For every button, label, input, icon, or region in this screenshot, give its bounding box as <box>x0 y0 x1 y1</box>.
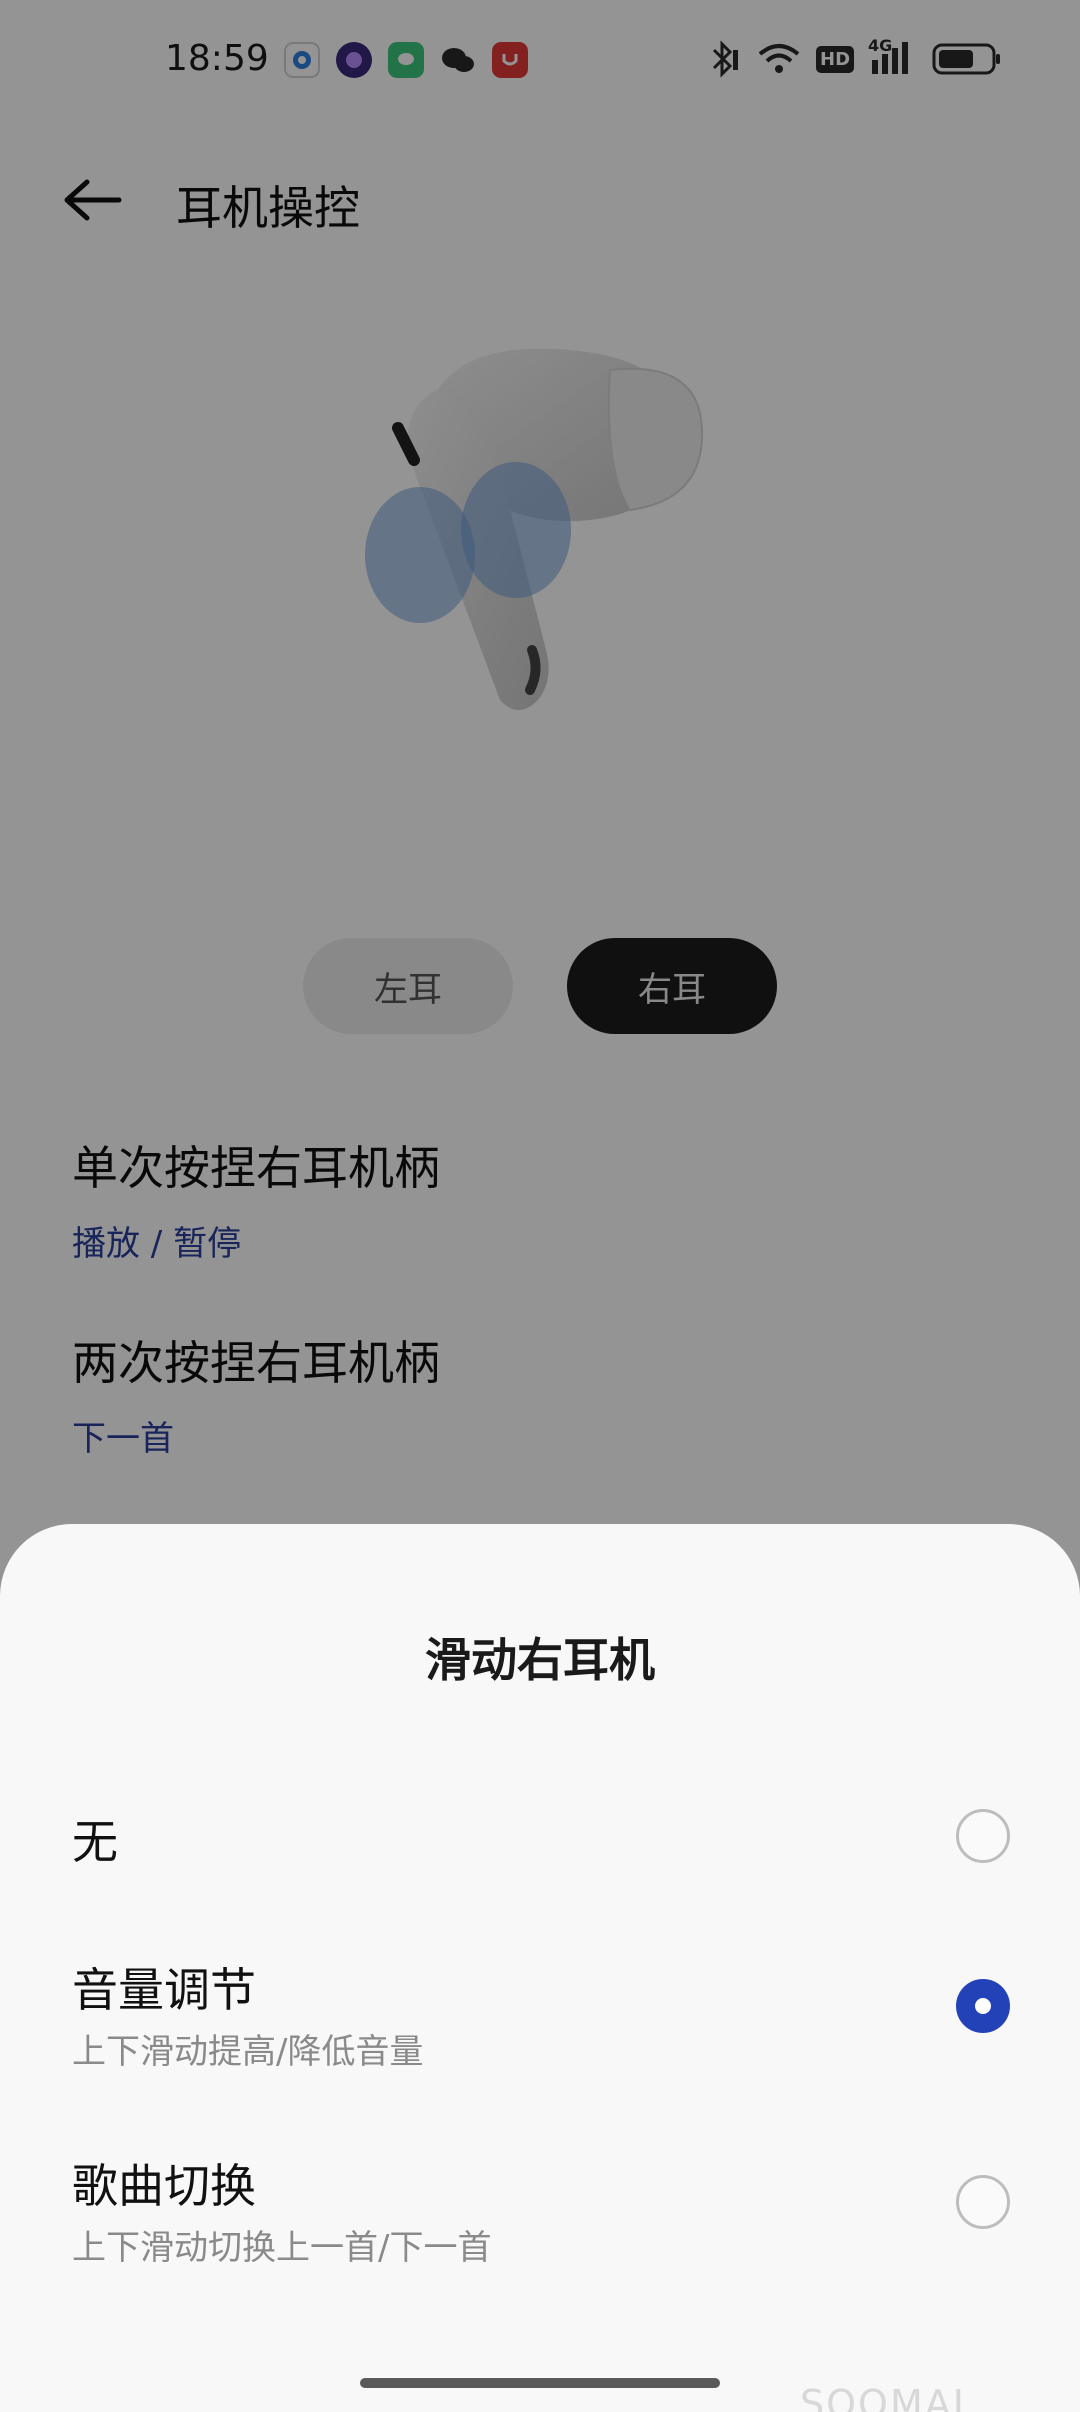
option-volume[interactable]: 音量调节 上下滑动提高/降低音量 <box>0 1924 1080 2114</box>
option-title: 歌曲切换 <box>72 2159 256 2213</box>
watermark: SOOMAL <box>800 2382 976 2412</box>
sheet-title: 滑动右耳机 <box>425 1633 655 1687</box>
option-none[interactable]: 无 <box>0 1754 1080 1904</box>
option-title: 无 <box>72 1815 118 1869</box>
home-indicator[interactable] <box>360 2378 720 2388</box>
option-subtitle: 上下滑动切换上一首/下一首 <box>72 2228 492 2268</box>
option-track-switch[interactable]: 歌曲切换 上下滑动切换上一首/下一首 <box>0 2120 1080 2310</box>
swipe-options-sheet: 滑动右耳机 无 音量调节 上下滑动提高/降低音量 歌曲切换 上下滑动切换上一首/… <box>0 1524 1080 2412</box>
option-subtitle: 上下滑动提高/降低音量 <box>72 2032 424 2072</box>
option-title: 音量调节 <box>72 1963 256 2017</box>
radio-volume-selected[interactable] <box>956 1979 1010 2033</box>
radio-track-switch[interactable] <box>956 2175 1010 2229</box>
radio-none[interactable] <box>956 1809 1010 1863</box>
